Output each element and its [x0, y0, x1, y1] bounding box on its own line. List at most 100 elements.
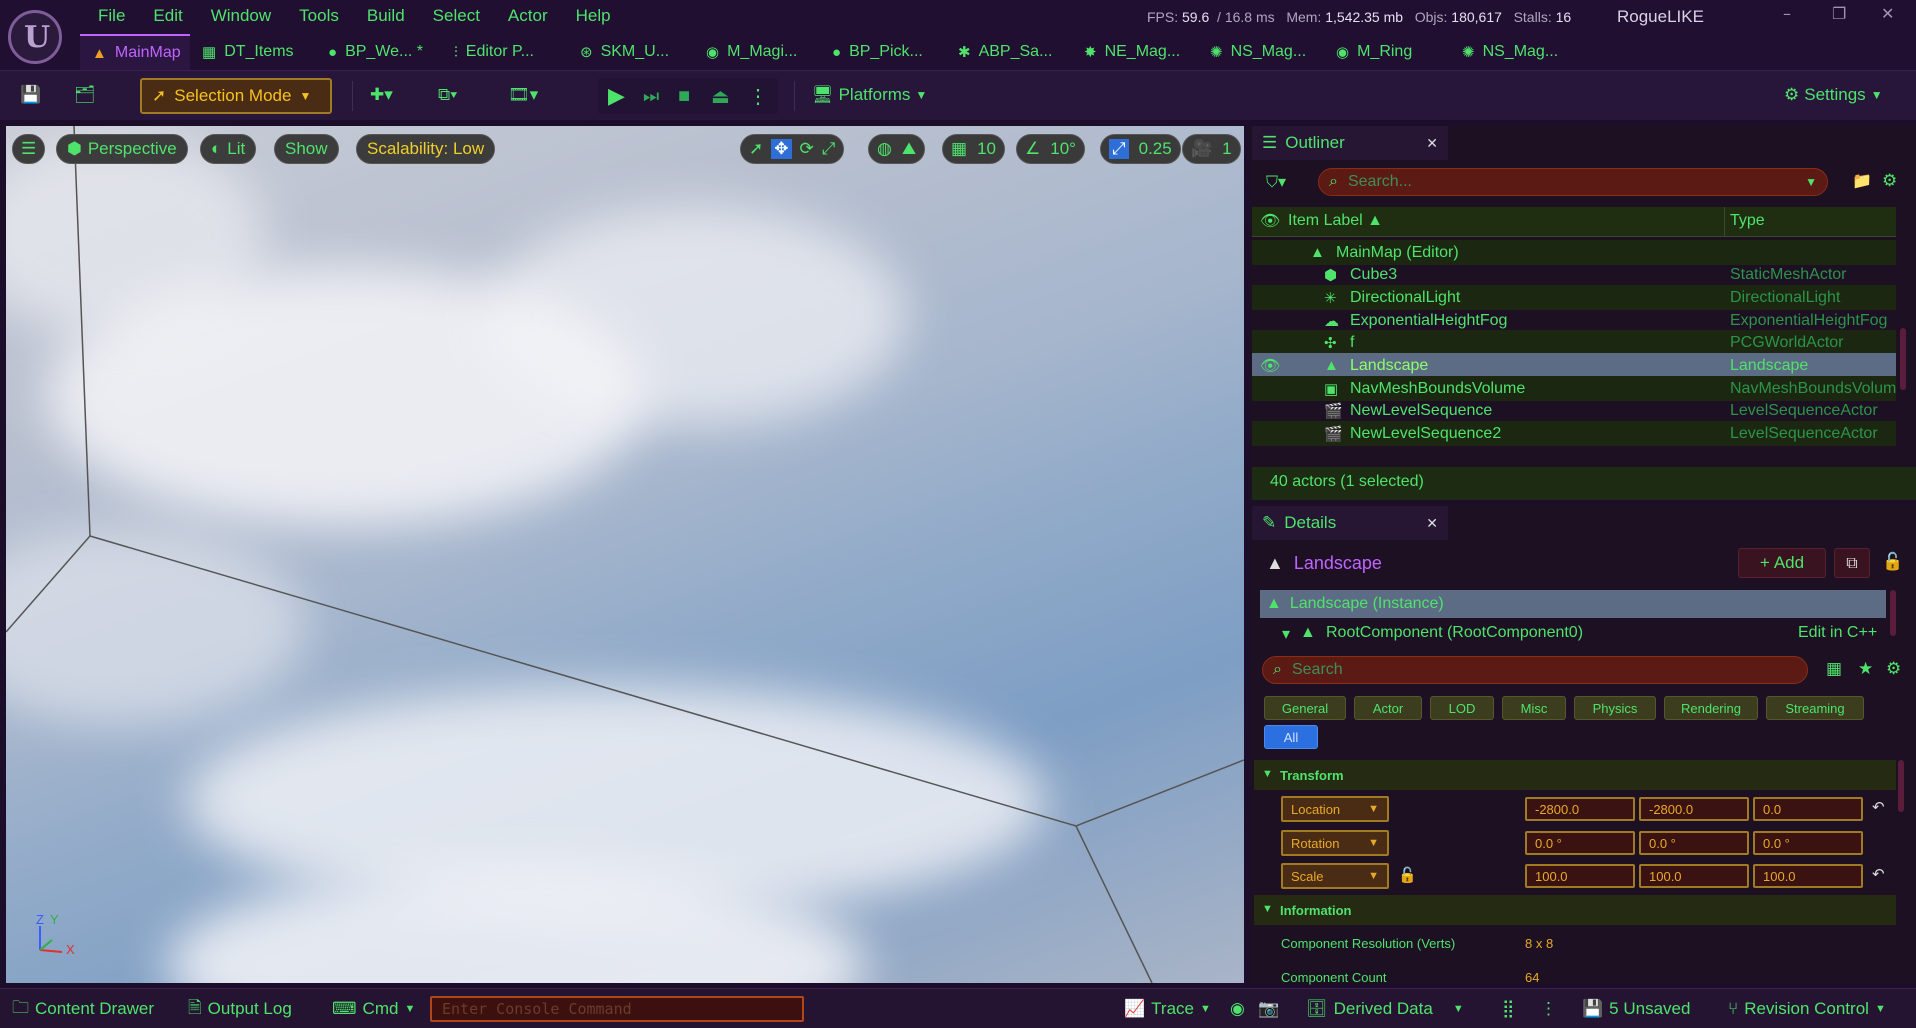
root-component-row[interactable]: ▾ ▲ RootComponent (RootComponent0) Edit … [1260, 622, 1886, 642]
minimize-button[interactable]: – [1783, 4, 1791, 23]
filter-all-chip[interactable]: All [1264, 725, 1318, 749]
unreal-logo-icon[interactable]: U [8, 10, 62, 64]
settings-button[interactable]: ⚙ Settings ▼ [1784, 77, 1883, 113]
move-tool-icon[interactable]: ✥ [771, 139, 792, 159]
outliner-scrollbar[interactable] [1900, 328, 1906, 390]
step-icon[interactable]: ⏭ [643, 78, 659, 114]
tab-bp-pick[interactable]: ● BP_Pick... [820, 34, 946, 70]
menu-tools[interactable]: Tools [285, 6, 353, 26]
outliner-row[interactable]: 🎬 NewLevelSequence2 LevelSequenceActor [1252, 421, 1896, 446]
gear-icon[interactable]: ⚙ [1886, 659, 1901, 679]
platforms-button[interactable]: 🖥 Platforms ▼ [812, 77, 927, 113]
browse-content-icon[interactable]: 🗂 [74, 77, 96, 113]
table-view-icon[interactable]: ▦ [1826, 659, 1842, 679]
outliner-search-input[interactable]: ⌕ Search... ▼ [1318, 168, 1828, 196]
viewport-menu-button[interactable]: ☰ [12, 134, 46, 164]
details-search-input[interactable]: ⌕ Search [1262, 656, 1808, 684]
filter-chip-physics[interactable]: Physics [1574, 696, 1656, 720]
tab-ns-mag[interactable]: ✺ NS_Mag... [1450, 34, 1576, 70]
details-scrollbar[interactable] [1898, 760, 1904, 812]
perspective-button[interactable]: ⬢ Perspective [56, 134, 188, 164]
column-type[interactable]: Type [1730, 212, 1765, 230]
menu-file[interactable]: File [84, 6, 139, 26]
tab-dt-items[interactable]: ▦ DT_Items [190, 34, 316, 70]
console-command-input[interactable]: Enter Console Command [430, 996, 804, 1022]
information-section[interactable]: ▼ Information [1254, 895, 1896, 925]
column-item-label[interactable]: Item Label ▲ [1288, 212, 1383, 230]
filter-icon[interactable]: ⛉▾ [1266, 172, 1286, 192]
more-options-icon[interactable]: ⋮ [748, 78, 768, 114]
restore-button[interactable]: ❐ [1832, 4, 1846, 23]
menu-edit[interactable]: Edit [139, 6, 196, 26]
selection-mode-dropdown[interactable]: ➚ Selection Mode ▼ [140, 78, 332, 114]
location-dropdown[interactable]: Location ▼ [1281, 796, 1389, 822]
close-button[interactable]: ✕ [1881, 4, 1894, 23]
outliner-row[interactable]: 🎬 NewLevelSequence LevelSequenceActor [1252, 398, 1896, 423]
save-icon[interactable]: 💾 [20, 77, 41, 113]
play-icon[interactable]: ▶ [608, 78, 625, 114]
rotation-x-field[interactable]: 0.0 ° [1525, 831, 1635, 855]
tab-ne-mag[interactable]: ✸ NE_Mag... [1072, 34, 1198, 70]
star-icon[interactable]: ★ [1858, 659, 1873, 679]
unsaved-button[interactable]: 💾 5 Unsaved [1582, 997, 1690, 1021]
components-scrollbar[interactable] [1890, 590, 1896, 636]
cinematics-icon[interactable]: 🎞▾ [508, 77, 538, 113]
scale-y-field[interactable]: 100.0 [1639, 864, 1749, 888]
lit-button[interactable]: ◐ Lit [200, 134, 257, 164]
rotation-snap-button[interactable]: ∠ 10° [1016, 134, 1085, 164]
grid-dots-icon[interactable]: ⣿ [1502, 997, 1514, 1021]
location-x-field[interactable]: -2800.0 [1525, 797, 1635, 821]
screenshot-icon[interactable]: 📷 [1258, 997, 1279, 1021]
lock-icon[interactable]: 🔓 [1882, 552, 1903, 572]
rotation-y-field[interactable]: 0.0 ° [1639, 831, 1749, 855]
menu-select[interactable]: Select [419, 6, 494, 26]
blueprint-convert-icon[interactable]: ⧉ [1834, 548, 1870, 578]
menu-window[interactable]: Window [197, 6, 285, 26]
level-viewport[interactable]: ☰ ⬢ Perspective ◐ Lit Show Scalability: Lo… [6, 126, 1244, 983]
filter-chip-general[interactable]: General [1264, 696, 1346, 720]
filter-chip-actor[interactable]: Actor [1354, 696, 1422, 720]
scale-dropdown[interactable]: Scale ▼ [1281, 863, 1389, 889]
rotation-dropdown[interactable]: Rotation ▼ [1281, 830, 1389, 856]
world-space-icon[interactable]: ◍ [877, 139, 892, 159]
tab-ns-mag[interactable]: ✺ NS_Mag... [1198, 34, 1324, 70]
outliner-row[interactable]: 👁 ▲ Landscape Landscape [1252, 353, 1896, 378]
new-folder-icon[interactable]: 📁 [1852, 171, 1872, 190]
eject-icon[interactable]: ⏏ [711, 78, 730, 114]
tab-m-ring[interactable]: ◉ M_Ring [1324, 34, 1450, 70]
cmd-dropdown[interactable]: ⌨ Cmd ▼ [332, 997, 415, 1021]
trace-dropdown[interactable]: 📈 Trace ▼ [1124, 997, 1211, 1021]
rotate-tool-icon[interactable]: ⟳ [800, 139, 814, 159]
camera-speed-button[interactable]: 🎥 1 [1182, 134, 1241, 164]
details-tab[interactable]: ✎ Details ✕ [1252, 506, 1448, 540]
filter-chip-streaming[interactable]: Streaming [1766, 696, 1864, 720]
tab-editor-p[interactable]: ⫶ Editor P... [442, 34, 568, 70]
revision-control-button[interactable]: ⑂ Revision Control ▼ [1728, 997, 1886, 1021]
output-log-button[interactable]: 🗎 Output Log [188, 997, 292, 1021]
outliner-row[interactable]: ⬢ Cube3 StaticMeshActor [1252, 262, 1896, 287]
add-component-button[interactable]: + Add [1738, 548, 1826, 578]
record-icon[interactable]: ◉ [1230, 997, 1245, 1021]
rotation-z-field[interactable]: 0.0 ° [1753, 831, 1863, 855]
edit-in-cpp-link[interactable]: Edit in C++ [1798, 624, 1877, 642]
location-z-field[interactable]: 0.0 [1753, 797, 1863, 821]
eye-icon[interactable]: 👁 [1260, 211, 1280, 231]
eye-icon[interactable]: 👁 [1260, 356, 1280, 376]
stop-icon[interactable]: ■ [678, 78, 690, 114]
filter-chip-rendering[interactable]: Rendering [1664, 696, 1758, 720]
outliner-row[interactable]: ✣ f PCGWorldActor [1252, 330, 1896, 355]
menu-help[interactable]: Help [562, 6, 625, 26]
close-icon[interactable]: ✕ [1426, 135, 1438, 152]
scale-snap-button[interactable]: ⤢ 0.25 [1100, 134, 1181, 164]
scale-lock-icon[interactable]: 🔓 [1398, 866, 1417, 884]
outliner-tab[interactable]: ☰ Outliner ✕ [1252, 126, 1448, 160]
filter-chip-misc[interactable]: Misc [1502, 696, 1566, 720]
outliner-row[interactable]: ✳ DirectionalLight DirectionalLight [1252, 285, 1896, 310]
scale-x-field[interactable]: 100.0 [1525, 864, 1635, 888]
close-icon[interactable]: ✕ [1426, 515, 1438, 532]
menu-build[interactable]: Build [353, 6, 419, 26]
scale-tool-icon[interactable]: ⤢ [822, 139, 836, 159]
more-options-icon[interactable]: ⋮ [1540, 997, 1557, 1021]
show-button[interactable]: Show [274, 134, 339, 164]
add-actor-icon[interactable]: ✚▾ [370, 77, 393, 113]
